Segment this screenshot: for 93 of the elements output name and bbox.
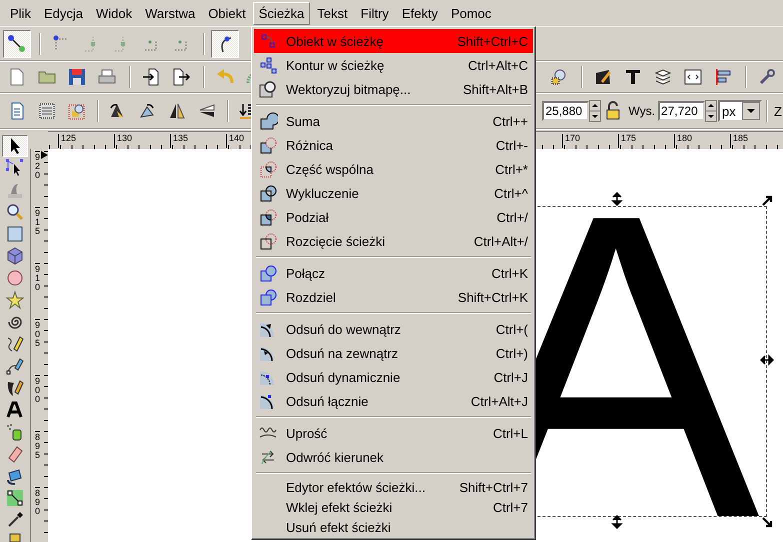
menu-item[interactable]: Obiekt w ścieżkę Shift+Ctrl+C — [254, 29, 533, 53]
ruler-number: 135 — [170, 134, 188, 148]
scale-arrow-icon[interactable] — [760, 353, 774, 367]
menu-item[interactable]: Różnica Ctrl+- — [254, 133, 533, 157]
menu-item[interactable]: Odsuń łącznie Ctrl+Alt+J — [254, 389, 533, 413]
ruler-number: 910 — [35, 263, 40, 292]
spin-button[interactable] — [705, 100, 718, 122]
star-icon — [5, 290, 25, 310]
menu-item[interactable]: Odsuń dynamicznie Ctrl+J — [254, 365, 533, 389]
tool-button[interactable] — [2, 135, 28, 157]
menu-bar-item[interactable]: Filtry — [354, 2, 395, 24]
height-label: Wys. — [628, 104, 656, 118]
menu-bar-item[interactable]: Edycja — [38, 2, 89, 24]
menu-item[interactable]: Odsuń na zewnątrz Ctrl+) — [254, 341, 533, 365]
node-join-icon — [7, 34, 27, 54]
menu-bar-item[interactable]: Tekst — [311, 2, 354, 24]
difference-icon — [258, 135, 278, 155]
combine-icon — [258, 263, 278, 283]
xml-editor-icon — [683, 67, 703, 87]
fill-stroke-icon — [593, 67, 613, 87]
import-icon — [141, 67, 161, 87]
toolbar-button[interactable] — [3, 30, 31, 58]
ruler-number: 920 — [35, 151, 40, 180]
menu-item[interactable]: Wektoryzuj bitmapę... Shift+Alt+B — [254, 77, 533, 101]
menu-item[interactable]: Odsuń do wewnątrz Ctrl+( — [254, 317, 533, 341]
ruler-number: 900 — [35, 375, 40, 404]
menu-item[interactable]: Połącz Ctrl+K — [254, 261, 533, 285]
break-apart-icon — [258, 287, 278, 307]
menu-item[interactable]: Część wspólna Ctrl+* — [254, 157, 533, 181]
menu-bar-item[interactable]: Pomoc — [444, 2, 498, 24]
ruler-number: 895 — [35, 431, 40, 460]
ruler-number: 140 — [226, 134, 244, 148]
ruler-number: 185 — [730, 134, 748, 148]
ruler-number: 130 — [114, 134, 132, 148]
text-tool-icon — [623, 67, 643, 87]
menu-item[interactable]: Rozcięcie ścieżki Ctrl+Alt+/ — [254, 229, 533, 253]
pencil-icon — [5, 334, 25, 354]
scale-arrow-icon[interactable] — [610, 515, 624, 529]
ruler-number: 905 — [35, 319, 40, 348]
ruler-number: 170 — [562, 134, 580, 148]
scale-arrow-icon[interactable] — [760, 515, 774, 529]
circle-icon — [5, 268, 25, 288]
node-edit-icon — [5, 158, 25, 178]
cube-icon — [5, 246, 25, 266]
nodes-grid-icon — [258, 55, 278, 75]
dashed-selection-icon — [37, 101, 57, 121]
export-icon — [171, 67, 191, 87]
menu-item[interactable]: Podział Ctrl+/ — [254, 205, 533, 229]
layers-icon — [653, 67, 673, 87]
field-label: Z — [774, 104, 782, 118]
spin-button[interactable] — [589, 100, 602, 122]
ruler-number: 175 — [618, 134, 636, 148]
menu-item[interactable]: Odwróć kierunek — [254, 445, 533, 469]
calligraphy-icon — [5, 378, 25, 398]
pen-icon — [5, 356, 25, 376]
ruler-number: 125 — [58, 134, 76, 148]
toolbar-button[interactable] — [211, 30, 239, 58]
magnifier-icon — [5, 202, 25, 222]
menu-bar-item[interactable]: Plik — [4, 2, 37, 24]
menu-item[interactable]: Usuń efekt ścieżki — [254, 517, 533, 537]
menu-bar-item[interactable]: Widok — [90, 2, 138, 24]
trace-bitmap-icon — [258, 79, 278, 99]
caret-icon — [742, 102, 760, 120]
exclusion-icon — [258, 183, 278, 203]
ruler-number: 890 — [35, 487, 40, 516]
menu-bar-item[interactable]: Ścieżka — [252, 2, 310, 24]
menu-item[interactable]: Wklej efekt ścieżki Ctrl+7 — [254, 497, 533, 517]
menu-item[interactable]: Edytor efektów ścieżki... Shift+Ctrl+7 — [254, 477, 533, 497]
rectangle-icon — [5, 224, 25, 244]
gradient-icon — [5, 488, 25, 508]
menu-bar-item[interactable]: Warstwa — [139, 2, 202, 24]
menu-item[interactable]: Suma Ctrl++ — [254, 109, 533, 133]
unit-dropdown[interactable]: px — [718, 100, 762, 122]
menu-item[interactable]: Uprość Ctrl+L — [254, 421, 533, 445]
intersection-icon — [258, 159, 278, 179]
menu-item[interactable]: Rozdziel Shift+Ctrl+K — [254, 285, 533, 309]
text-tool-icon — [5, 400, 25, 420]
flip-horizontal-icon — [167, 101, 187, 121]
number-field[interactable]: 25,880 — [542, 101, 590, 121]
menu-bar-item[interactable]: Efekty — [396, 2, 444, 24]
wrench-icon — [757, 67, 777, 87]
menu-item[interactable]: Wykluczenie Ctrl+^ — [254, 181, 533, 205]
align-icon — [713, 67, 733, 87]
scale-arrow-icon[interactable] — [610, 192, 624, 206]
cut-path-icon — [258, 231, 278, 251]
menu-bar-item[interactable]: Obiekt — [202, 2, 252, 24]
menu-item[interactable]: Kontur w ścieżkę Ctrl+Alt+C — [254, 53, 533, 77]
ruler-number: 180 — [674, 134, 692, 148]
union-icon — [258, 111, 278, 131]
division-icon — [258, 207, 278, 227]
number-field[interactable]: 27,720 — [658, 101, 706, 121]
ruler-number: 915 — [35, 207, 40, 236]
scale-arrow-icon[interactable] — [760, 194, 774, 208]
